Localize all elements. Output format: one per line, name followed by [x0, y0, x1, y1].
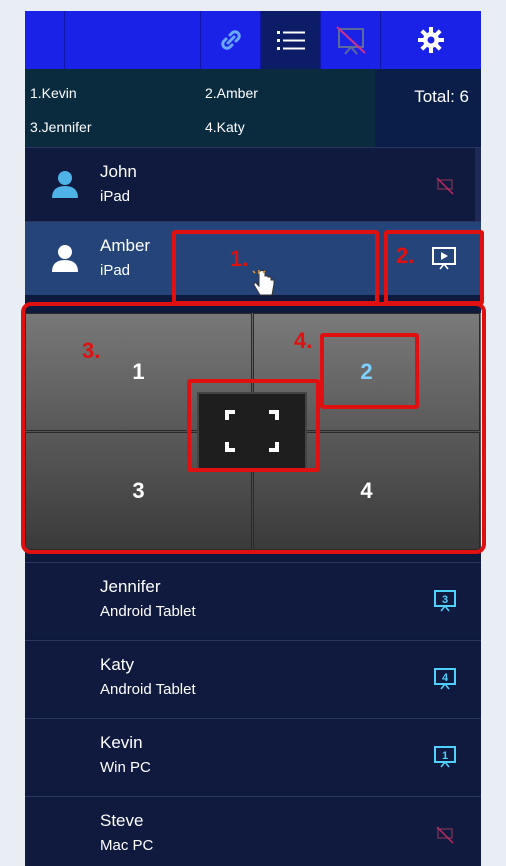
- user-icon: [52, 171, 78, 198]
- screen-4-icon[interactable]: 4: [433, 667, 457, 691]
- stop-presentation-button[interactable]: [321, 11, 381, 69]
- user-name: Steve: [100, 811, 144, 830]
- slot-grid: 1.Kevin 2.Amber 3.Jennifer 4.Katy: [25, 69, 375, 147]
- user-name: John: [100, 162, 137, 181]
- svg-text:4: 4: [442, 672, 449, 684]
- user-device: Mac PC: [100, 837, 154, 854]
- screen-3-icon[interactable]: 3: [433, 589, 457, 613]
- user-name: Amber: [100, 236, 151, 255]
- svg-text:1: 1: [442, 750, 448, 762]
- gear-icon: [418, 27, 444, 53]
- user-device: iPad: [100, 262, 131, 279]
- annotation-box-fullscreen: [187, 379, 320, 472]
- toolbar-spacer: [65, 11, 201, 69]
- user-row-kevin[interactable]: Kevin Win PC 1: [25, 718, 481, 792]
- user-name: Katy: [100, 655, 135, 674]
- list-icon: [276, 31, 305, 50]
- annotation-box-4: [320, 333, 419, 409]
- screen-1-icon[interactable]: 1: [433, 745, 457, 769]
- user-device: iPad: [100, 188, 131, 205]
- settings-button[interactable]: [381, 11, 481, 69]
- annotation-label-1: 1.: [230, 246, 249, 271]
- slot-2-label: 2.Amber: [205, 85, 258, 101]
- annotation-box-1: [172, 230, 379, 305]
- annotation-label-4: 4.: [294, 328, 313, 353]
- toolbar-spacer: [25, 11, 65, 69]
- presentation-off-icon: [335, 26, 366, 55]
- user-row-john[interactable]: John iPad: [25, 147, 481, 221]
- link-button[interactable]: [201, 11, 261, 69]
- link-icon: [220, 30, 241, 50]
- screen-assignment-summary: 1.Kevin 2.Amber 3.Jennifer 4.Katy Total:…: [25, 69, 481, 147]
- slot-1-label: 1.Kevin: [30, 85, 77, 101]
- annotation-label-2: 2.: [396, 243, 415, 268]
- user-icon: [52, 245, 78, 272]
- user-device: Android Tablet: [100, 681, 196, 698]
- total-count: Total: 6: [414, 87, 469, 106]
- svg-text:3: 3: [442, 594, 448, 606]
- slot-4-label: 4.Katy: [205, 119, 245, 135]
- scrollbar[interactable]: [475, 148, 481, 221]
- slot-3-label: 3.Jennifer: [30, 119, 92, 135]
- user-row-steve[interactable]: Steve Mac PC: [25, 796, 481, 866]
- annotation-label-3: 3.: [82, 338, 101, 363]
- user-name: Jennifer: [100, 577, 161, 596]
- toolbar: [25, 11, 481, 69]
- user-device: Win PC: [100, 759, 151, 776]
- user-row-katy[interactable]: Katy Android Tablet 4: [25, 640, 481, 714]
- presentation-off-icon[interactable]: [433, 823, 457, 847]
- user-name: Kevin: [100, 733, 143, 752]
- user-row-jennifer[interactable]: Jennifer Android Tablet 3: [25, 562, 481, 636]
- user-device: Android Tablet: [100, 603, 196, 620]
- list-button[interactable]: [261, 11, 321, 69]
- presentation-off-icon[interactable]: [433, 174, 457, 198]
